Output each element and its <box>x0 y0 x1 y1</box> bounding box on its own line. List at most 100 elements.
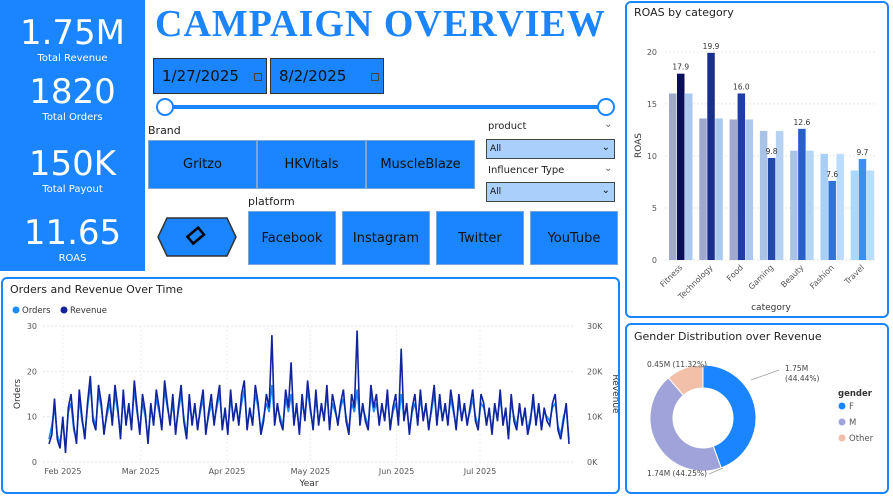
y-axis-label: Orders <box>13 379 23 410</box>
y-tick-label: 10 <box>27 413 37 422</box>
y2-tick-label: 0K <box>587 458 598 467</box>
bar <box>828 180 836 260</box>
bar <box>669 93 677 260</box>
start-date-value: 1/27/2025 <box>162 67 239 85</box>
bar <box>737 93 746 260</box>
platform-tile-instagram[interactable]: Instagram <box>342 211 430 265</box>
bar <box>767 157 776 260</box>
kpi-value: 1.75M <box>19 13 126 53</box>
legend-dot <box>12 306 20 314</box>
kpi-label: ROAS <box>58 253 87 264</box>
y-tick-label: 30 <box>27 322 37 331</box>
x-tick-label: Food <box>725 263 745 283</box>
bar <box>850 170 859 260</box>
page-title: CAMPAIGN OVERVIEW <box>155 3 606 45</box>
legend-label: F <box>849 402 854 412</box>
legend-dot <box>60 306 68 314</box>
kpi-value: 11.65 <box>23 213 122 253</box>
slider-start-handle[interactable] <box>156 98 174 116</box>
influencer-type-label: Influencer Type <box>488 165 565 176</box>
y-tick-label: 20 <box>27 367 37 376</box>
data-label: 9.7 <box>856 148 868 157</box>
y-tick-label: 0 <box>652 256 657 265</box>
y2-axis-label: Revenue <box>610 374 618 414</box>
chevron-down-icon: ⌄ <box>601 142 610 153</box>
x-axis-label: Year <box>298 479 318 489</box>
bar <box>858 159 867 260</box>
data-label: 19.9 <box>703 42 720 51</box>
series-line <box>48 330 570 453</box>
legend-label: Other <box>849 434 874 444</box>
y-tick-label: 15 <box>647 100 657 109</box>
x-tick-label: Apr 2025 <box>209 467 246 476</box>
bar <box>685 93 693 260</box>
slice-label: (44.44%) <box>785 374 820 383</box>
x-tick-label: Feb 2025 <box>44 467 81 476</box>
gender-donut-chart: 1.75M(44.44%) 0.45M (11.32%) 1.74M (44.25%… <box>647 360 874 478</box>
end-date-input[interactable]: 8/2/2025 <box>270 58 384 94</box>
product-label: product <box>488 121 527 132</box>
legend-title: gender <box>838 389 873 399</box>
y-axis-label: ROAS <box>634 133 644 158</box>
x-tick-label: Travel <box>842 263 866 287</box>
start-date-input[interactable]: 1/27/2025 <box>153 58 267 94</box>
roas-by-category-card: ROAS by category 0 5 10 15 20 ROAS category 17.… <box>625 1 889 318</box>
x-tick-label: Mar 2025 <box>122 467 160 476</box>
gender-distribution-card: Gender Distribution over Revenue 1.75M (4… <box>625 323 889 494</box>
platform-tile-twitter[interactable]: Twitter <box>436 211 524 265</box>
date-range-slider[interactable] <box>163 105 606 109</box>
data-label: 7.6 <box>826 170 838 179</box>
y-tick-label: 20 <box>647 48 657 57</box>
kpi-total-orders: 1820 Total Orders <box>0 73 145 124</box>
x-axis-label: category <box>751 303 791 313</box>
y2-tick-label: 30K <box>587 322 603 331</box>
legend-label: Orders <box>22 306 51 316</box>
legend-dot <box>838 418 846 426</box>
calendar-icon[interactable] <box>254 73 262 81</box>
leader-line <box>750 369 780 381</box>
brand-tile-gritzo[interactable]: Gritzo <box>148 140 257 189</box>
bar <box>729 119 738 261</box>
bar <box>745 119 754 261</box>
y-tick-label: 5 <box>652 204 657 213</box>
slice-label: 0.45M (11.32%) <box>647 360 707 369</box>
kpi-label: Total Payout <box>42 184 103 195</box>
kpi-total-revenue: 1.75M Total Revenue <box>0 14 145 65</box>
bar <box>798 128 806 260</box>
y-tick-label: 10 <box>647 152 657 161</box>
kpi-panel: 1.75M Total Revenue 1820 Total Orders 15… <box>0 0 145 271</box>
x-tick-label: Beauty <box>779 263 806 290</box>
calendar-icon[interactable] <box>371 73 379 81</box>
orders-revenue-card: Orders and Revenue Over Time Orders Reven… <box>1 277 620 494</box>
bar <box>790 150 798 260</box>
brand-tile-muscleblaze[interactable]: MuscleBlaze <box>366 140 475 189</box>
x-tick-label: Gaming <box>747 263 775 291</box>
chevron-down-icon[interactable]: ⌄ <box>604 119 612 130</box>
bar <box>699 118 707 260</box>
kpi-label: Total Orders <box>42 112 103 123</box>
product-select[interactable]: All ⌄ <box>486 139 615 159</box>
end-date-value: 8/2/2025 <box>279 67 347 85</box>
platform-tile-facebook[interactable]: Facebook <box>248 211 336 265</box>
roas-bar-chart: 05101520ROAScategory17.9Fitness19.9Techn… <box>634 42 877 313</box>
data-label: 17.9 <box>672 63 689 72</box>
x-tick-label: May 2025 <box>291 467 330 476</box>
platform-tile-youtube[interactable]: YouTube <box>530 211 618 265</box>
bar <box>677 73 685 260</box>
bar <box>806 150 814 260</box>
influencer-type-select[interactable]: All ⌄ <box>486 182 615 202</box>
slider-end-handle[interactable] <box>597 98 615 116</box>
y-tick-label: 0 <box>32 458 37 467</box>
orders-revenue-line-chart: Orders Revenue 0 0K 10 10K 20 20K 30 30K Orders Rev… <box>12 306 618 489</box>
chevron-down-icon[interactable]: ⌄ <box>604 163 612 174</box>
brand-tile-hkvitals[interactable]: HKVitals <box>257 140 366 189</box>
clear-filters-button[interactable] <box>157 217 237 257</box>
brand-label: Brand <box>148 124 181 137</box>
data-label: 16.0 <box>733 82 750 91</box>
kpi-label: Total Revenue <box>37 53 108 64</box>
legend-label: Revenue <box>70 306 107 316</box>
x-tick-label: Jul 2025 <box>463 467 497 476</box>
kpi-value: 1820 <box>29 72 116 112</box>
bar <box>707 52 715 260</box>
slice-label: 1.74M (44.25%) <box>647 469 707 478</box>
